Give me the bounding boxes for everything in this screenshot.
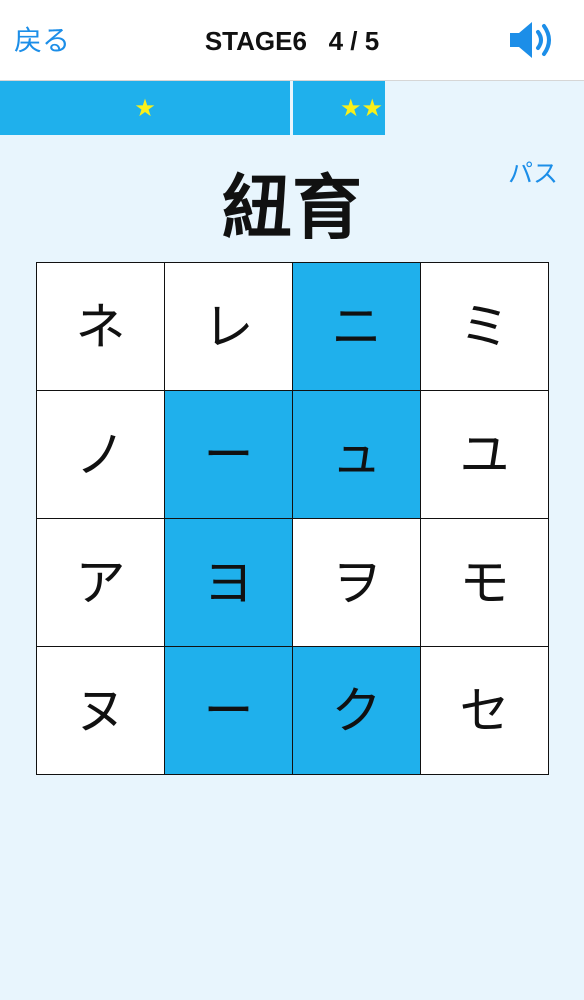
grid-cell[interactable]: セ xyxy=(420,646,549,775)
progress-segment-1: ★ xyxy=(0,81,290,135)
grid-cell[interactable]: ノ xyxy=(36,390,165,519)
cell-char: ア xyxy=(75,553,126,612)
grid-cell-selected[interactable]: ク xyxy=(292,646,421,775)
grid-cell[interactable]: ア xyxy=(36,518,165,647)
sound-toggle-button[interactable] xyxy=(506,16,558,64)
grid-cell[interactable]: ヌ xyxy=(36,646,165,775)
grid-cell[interactable]: ネ xyxy=(36,262,165,391)
cell-char: ユ xyxy=(459,425,510,484)
stage-progress-label: STAGE6 4 / 5 xyxy=(204,26,380,56)
speaker-icon xyxy=(510,22,551,58)
cell-char: ネ xyxy=(75,297,126,356)
grid-cell-selected[interactable]: ー xyxy=(164,646,293,775)
grid-cell-selected[interactable]: ニ xyxy=(292,262,421,391)
grid-cell[interactable]: ミ xyxy=(420,262,549,391)
cell-char: ニ xyxy=(331,297,382,356)
star-icon: ★★ xyxy=(340,94,384,122)
cell-char: ノ xyxy=(75,425,126,484)
grid-cell[interactable]: レ xyxy=(164,262,293,391)
grid-cell[interactable]: ヲ xyxy=(292,518,421,647)
cell-char: モ xyxy=(459,553,510,612)
cell-char: セ xyxy=(459,681,510,740)
question-word: 紐育 xyxy=(222,167,362,249)
stage-progress-bar: ★ ★★ xyxy=(0,81,584,135)
grid-cell-selected[interactable]: ュ xyxy=(292,390,421,519)
cell-char: ミ xyxy=(459,297,510,356)
cell-char: レ xyxy=(203,297,254,356)
progress-segment-2: ★★ xyxy=(293,81,385,135)
back-button[interactable]: 戻る xyxy=(14,22,70,60)
grid-cell-selected[interactable]: ー xyxy=(164,390,293,519)
cell-char: ヨ xyxy=(203,553,254,612)
cell-char: ク xyxy=(331,681,382,740)
cell-char: ー xyxy=(203,681,254,740)
top-bar: 戻る STAGE6 4 / 5 xyxy=(0,0,584,81)
cell-char: ー xyxy=(203,425,254,484)
grid-cell[interactable]: ユ xyxy=(420,390,549,519)
katakana-grid: ネ レ ニ ミ ノ ー ュ ユ ア ヨ ヲ モ ヌ ー ク セ xyxy=(36,262,549,775)
star-icon: ★ xyxy=(134,94,156,122)
grid-cell-selected[interactable]: ヨ xyxy=(164,518,293,647)
cell-char: ュ xyxy=(331,425,382,484)
grid-cell[interactable]: モ xyxy=(420,518,549,647)
cell-char: ヲ xyxy=(331,553,382,612)
cell-char: ヌ xyxy=(75,681,126,740)
